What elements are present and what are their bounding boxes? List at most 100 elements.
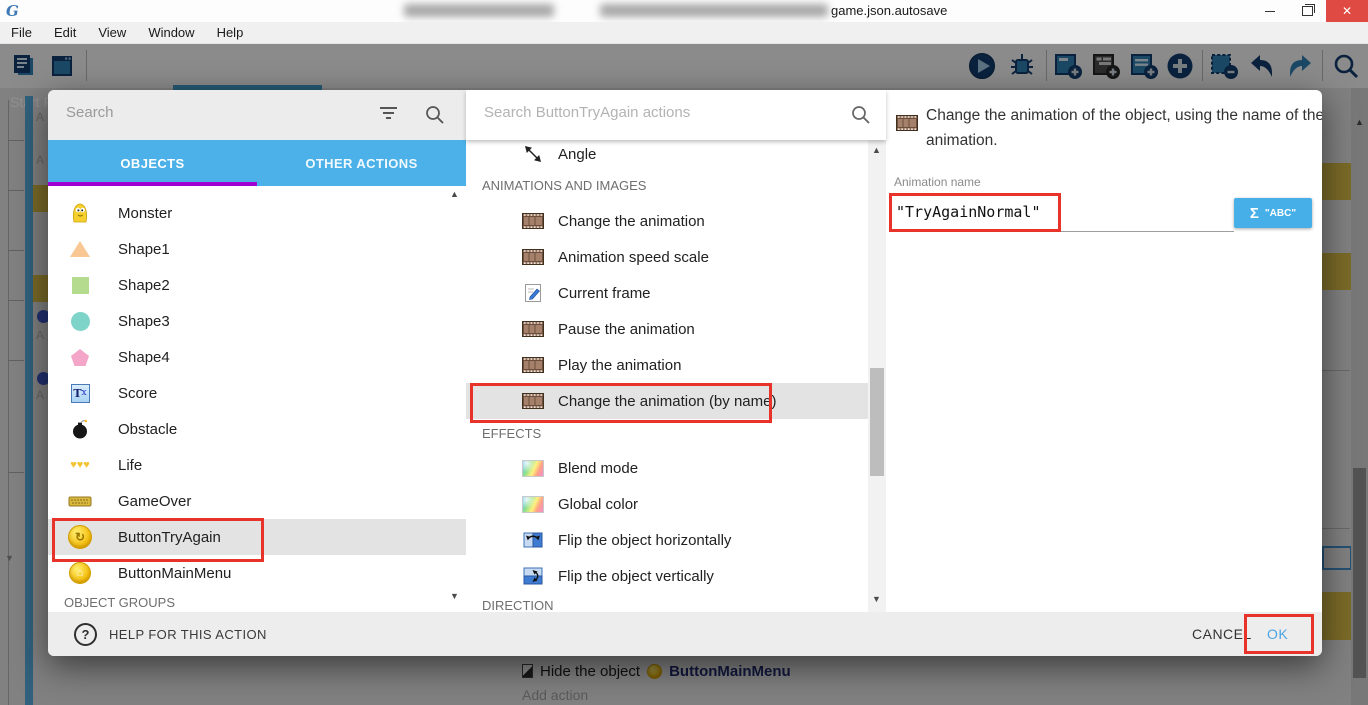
action-label: Play the animation xyxy=(558,357,681,374)
action-label: Change the animation (by name) xyxy=(558,393,776,410)
section-header-direction: DIRECTION xyxy=(482,598,554,613)
object-row-buttontryagain[interactable]: ↻ ButtonTryAgain xyxy=(48,519,466,555)
expression-builder-button[interactable]: Σ "ABC" xyxy=(1234,198,1312,228)
gdevelop-logo-icon: G xyxy=(6,2,19,20)
object-row-shape4[interactable]: Shape4 xyxy=(48,339,466,375)
film-strip-icon xyxy=(520,213,546,229)
action-row-play-animation[interactable]: Play the animation xyxy=(466,347,868,383)
square-icon xyxy=(67,277,93,294)
action-list-scrollbar[interactable]: ▲ ▼ xyxy=(868,140,886,612)
object-groups-header: OBJECT GROUPS xyxy=(64,595,175,610)
action-row-angle[interactable]: Angle xyxy=(466,138,868,170)
minimize-button[interactable] xyxy=(1253,0,1287,22)
window-title: game.json.autosave xyxy=(831,3,947,18)
main-menu-button-icon: ⌂ xyxy=(67,562,93,584)
action-row-change-animation-by-name[interactable]: Change the animation (by name) xyxy=(466,383,868,419)
action-row-change-animation[interactable]: Change the animation xyxy=(466,203,868,239)
action-row-animation-speed[interactable]: Animation speed scale xyxy=(466,239,868,275)
animation-name-label: Animation name xyxy=(894,175,981,189)
action-label: Animation speed scale xyxy=(558,249,709,266)
menu-window[interactable]: Window xyxy=(137,25,205,40)
object-label: Shape2 xyxy=(118,277,170,294)
action-label: Current frame xyxy=(558,285,651,302)
object-label: ButtonMainMenu xyxy=(118,565,231,582)
tab-other-actions[interactable]: OTHER ACTIONS xyxy=(257,140,466,186)
menu-edit[interactable]: Edit xyxy=(43,25,87,40)
film-strip-icon xyxy=(520,321,546,337)
object-label: GameOver xyxy=(118,493,191,510)
abc-label: "ABC" xyxy=(1265,208,1296,219)
action-row-flip-horizontally[interactable]: Flip the object horizontally xyxy=(466,522,868,558)
redacted-title-segment xyxy=(404,4,554,17)
object-label: Obstacle xyxy=(118,421,177,438)
object-row-gameover[interactable]: GameOver xyxy=(48,483,466,519)
flip-horizontal-icon xyxy=(520,531,546,549)
object-row-shape2[interactable]: Shape2 xyxy=(48,267,466,303)
animation-name-input[interactable] xyxy=(894,193,1234,232)
object-row-shape1[interactable]: Shape1 xyxy=(48,231,466,267)
action-search-input[interactable] xyxy=(482,103,816,122)
object-row-obstacle[interactable]: Obstacle xyxy=(48,411,466,447)
menu-file[interactable]: File xyxy=(0,25,43,40)
object-search-bar xyxy=(48,90,466,140)
action-label: Global color xyxy=(558,496,638,513)
action-search-bar xyxy=(466,90,886,140)
object-row-buttonmainmenu[interactable]: ⌂ ButtonMainMenu xyxy=(48,555,466,591)
help-link[interactable]: HELP FOR THIS ACTION xyxy=(109,627,267,642)
help-icon[interactable]: ? xyxy=(74,623,97,646)
pentagon-icon xyxy=(67,348,93,367)
scroll-up-icon[interactable]: ▲ xyxy=(450,190,459,199)
action-label: Pause the animation xyxy=(558,321,695,338)
action-row-blend-mode[interactable]: Blend mode xyxy=(466,450,868,486)
redacted-title-segment xyxy=(600,4,828,17)
action-row-flip-vertically[interactable]: Flip the object vertically xyxy=(466,558,868,594)
instruction-editor-dialog: OBJECTS OTHER ACTIONS Monster Shape1 Sha… xyxy=(48,90,1322,656)
film-strip-icon xyxy=(520,249,546,265)
circle-icon xyxy=(67,312,93,331)
menu-view[interactable]: View xyxy=(87,25,137,40)
action-row-current-frame[interactable]: Current frame xyxy=(466,275,868,311)
app-window: { "titlebar": {"title": "game.json.autos… xyxy=(0,0,1368,705)
search-icon[interactable] xyxy=(424,104,445,130)
flip-vertical-icon xyxy=(520,567,546,585)
object-search-input[interactable] xyxy=(64,103,358,122)
action-row-pause-animation[interactable]: Pause the animation xyxy=(466,311,868,347)
section-header-effects: EFFECTS xyxy=(482,426,541,441)
scroll-up-icon[interactable]: ▲ xyxy=(872,146,881,155)
bomb-icon xyxy=(67,419,93,439)
ok-button[interactable]: OK xyxy=(1267,626,1288,642)
film-strip-icon xyxy=(896,115,918,136)
search-icon[interactable] xyxy=(850,104,871,130)
action-label: Change the animation xyxy=(558,213,705,230)
scroll-down-icon[interactable]: ▼ xyxy=(872,595,881,604)
menu-help[interactable]: Help xyxy=(206,25,255,40)
tab-objects[interactable]: OBJECTS xyxy=(48,140,257,186)
filter-icon[interactable] xyxy=(380,107,397,119)
try-again-button-icon: ↻ xyxy=(67,525,93,549)
object-label: Shape1 xyxy=(118,241,170,258)
close-button[interactable]: ✕ xyxy=(1326,0,1368,22)
monster-icon xyxy=(67,202,93,224)
action-label: Blend mode xyxy=(558,460,638,477)
menubar: File Edit View Window Help xyxy=(0,22,1368,44)
left-tabs: OBJECTS OTHER ACTIONS xyxy=(48,140,466,186)
object-row-score[interactable]: Tx Score xyxy=(48,375,466,411)
rainbow-icon xyxy=(520,496,546,513)
object-row-shape3[interactable]: Shape3 xyxy=(48,303,466,339)
object-row-monster[interactable]: Monster xyxy=(48,195,466,231)
rainbow-icon xyxy=(520,460,546,477)
action-label: Angle xyxy=(558,146,596,163)
angle-icon xyxy=(520,144,546,164)
action-label: Flip the object vertically xyxy=(558,568,714,585)
restore-button[interactable] xyxy=(1290,0,1324,22)
object-row-life[interactable]: ♥♥♥ Life xyxy=(48,447,466,483)
dialog-footer: ? HELP FOR THIS ACTION CANCEL OK xyxy=(48,612,1322,656)
scrollbar-thumb[interactable] xyxy=(870,368,884,476)
gameover-sprite-icon xyxy=(67,496,93,507)
cancel-button[interactable]: CANCEL xyxy=(1192,626,1252,642)
action-row-global-color[interactable]: Global color xyxy=(466,486,868,522)
hearts-icon: ♥♥♥ xyxy=(67,459,93,471)
action-label: Flip the object horizontally xyxy=(558,532,731,549)
scroll-down-icon[interactable]: ▼ xyxy=(450,592,459,601)
action-description: Change the animation of the object, usin… xyxy=(926,103,1322,153)
